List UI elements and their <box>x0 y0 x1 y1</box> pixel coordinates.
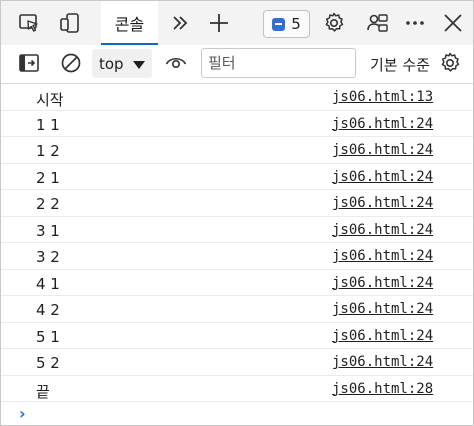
log-message: 4 1 <box>36 274 60 293</box>
log-row: 끝 js06.html:28 <box>1 376 473 402</box>
toggle-sidebar-icon[interactable] <box>14 48 44 78</box>
log-message: 3 2 <box>36 248 60 266</box>
chevron-down-icon <box>133 61 145 69</box>
log-levels-dropdown[interactable]: 기본 수준 <box>370 54 434 75</box>
log-source-link[interactable]: js06.html:24 <box>332 169 433 185</box>
close-icon[interactable] <box>438 8 468 38</box>
log-row: 4 2 js06.html:24 <box>1 296 473 323</box>
console-log: 시작 js06.html:13 1 1 js06.html:24 1 2 js06.h… <box>1 84 473 402</box>
log-message: 5 1 <box>36 327 60 346</box>
inspect-element-icon[interactable] <box>14 8 44 38</box>
log-source-link[interactable]: js06.html:24 <box>332 301 433 317</box>
log-message: 시작 <box>36 91 64 109</box>
log-row: 시작 js06.html:13 <box>1 84 473 111</box>
console-settings-icon[interactable] <box>435 48 465 78</box>
log-row: 2 1 js06.html:24 <box>1 164 473 190</box>
log-message: 2 2 <box>36 195 60 213</box>
log-source-link[interactable]: js06.html:13 <box>332 89 433 105</box>
issues-badge[interactable]: 5 <box>263 10 310 38</box>
log-row: 3 1 js06.html:24 <box>1 217 473 243</box>
issues-icon <box>272 17 286 31</box>
log-source-link[interactable]: js06.html:28 <box>332 381 433 397</box>
log-message: 5 2 <box>36 354 60 372</box>
tab-console[interactable]: 콘솔 <box>101 1 158 45</box>
prompt-chevron-icon: › <box>19 404 26 423</box>
log-message: 1 1 <box>36 115 60 134</box>
log-source-link[interactable]: js06.html:24 <box>332 195 433 211</box>
add-tab-icon[interactable] <box>204 8 234 38</box>
log-row: 1 1 js06.html:24 <box>1 111 473 137</box>
tab-console-label: 콘솔 <box>114 15 145 34</box>
log-source-link[interactable]: js06.html:24 <box>332 142 433 158</box>
log-message: 2 1 <box>36 168 60 187</box>
log-message: 1 2 <box>36 142 60 160</box>
issues-count: 5 <box>291 15 301 33</box>
context-selector[interactable]: top <box>92 49 152 78</box>
devtools-tab-bar: 콘솔 5 <box>1 1 473 46</box>
live-expression-eye-icon[interactable] <box>161 48 191 78</box>
console-prompt[interactable]: › <box>1 403 473 425</box>
log-source-link[interactable]: js06.html:24 <box>332 116 433 132</box>
log-row: 1 2 js06.html:24 <box>1 137 473 164</box>
log-message: 3 1 <box>36 221 60 240</box>
log-row: 5 1 js06.html:24 <box>1 323 473 349</box>
log-source-link[interactable]: js06.html:24 <box>332 248 433 264</box>
context-selector-value: top <box>99 55 124 73</box>
log-message: 끝 <box>36 382 50 401</box>
filter-input[interactable] <box>201 48 356 78</box>
log-source-link[interactable]: js06.html:24 <box>332 354 433 370</box>
more-tabs-icon[interactable] <box>165 8 195 38</box>
feedback-icon[interactable] <box>362 8 392 38</box>
log-row: 5 2 js06.html:24 <box>1 349 473 376</box>
more-options-icon[interactable] <box>400 8 430 38</box>
settings-icon[interactable] <box>319 8 349 38</box>
log-source-link[interactable]: js06.html:24 <box>332 328 433 344</box>
clear-console-icon[interactable] <box>56 48 86 78</box>
log-row: 2 2 js06.html:24 <box>1 190 473 217</box>
console-toolbar: top 기본 수준 <box>1 45 473 84</box>
devtools-window: 콘솔 5 top 필터 기본 수준 시작 js06.html:13 1 1 js… <box>0 0 474 426</box>
device-emulation-icon[interactable] <box>55 8 85 38</box>
log-message: 4 2 <box>36 301 60 319</box>
log-source-link[interactable]: js06.html:24 <box>332 275 433 291</box>
log-row: 3 2 js06.html:24 <box>1 243 473 270</box>
log-source-link[interactable]: js06.html:24 <box>332 222 433 238</box>
log-row: 4 1 js06.html:24 <box>1 270 473 296</box>
